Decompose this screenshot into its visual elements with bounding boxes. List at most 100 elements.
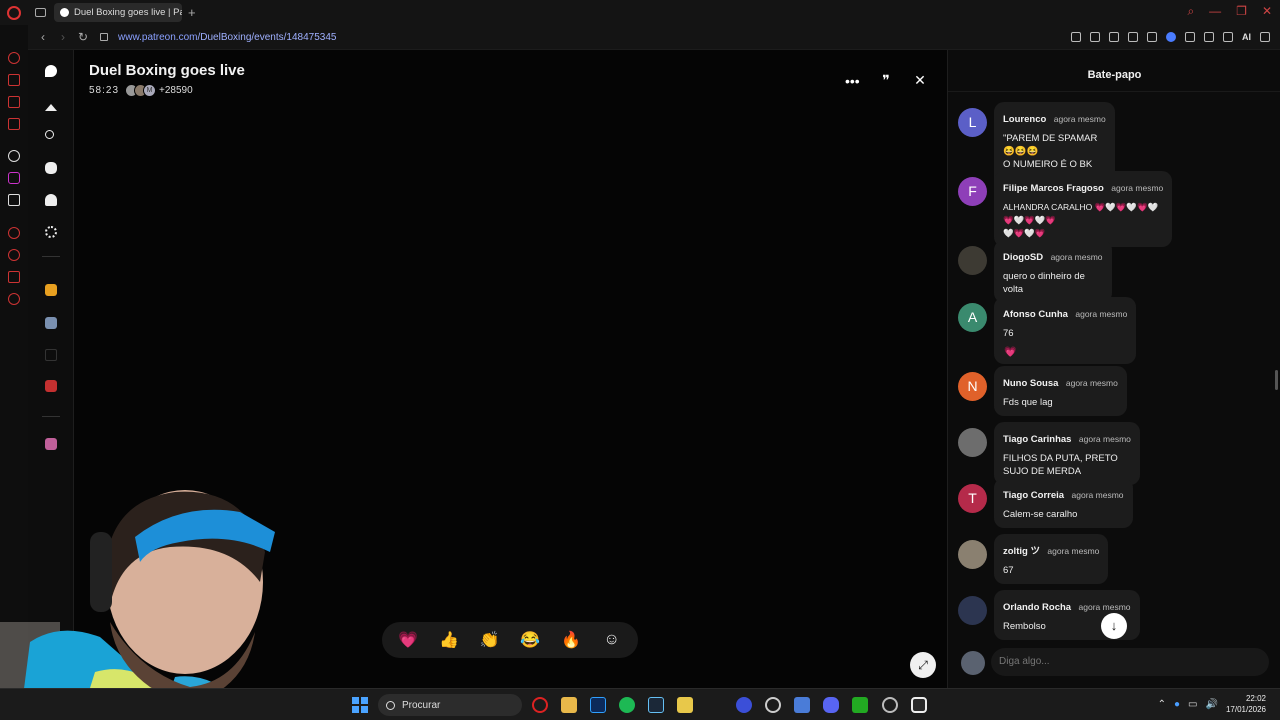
avatar[interactable] (958, 428, 987, 457)
workspaces-icon[interactable] (8, 74, 20, 86)
creator-avatar-4[interactable] (45, 380, 57, 392)
player-icon[interactable] (8, 227, 20, 239)
opera-logo-icon[interactable] (7, 5, 21, 20)
volume-icon[interactable]: 🔊 (1206, 699, 1218, 710)
forward-icon[interactable]: › (58, 30, 68, 44)
obs-icon[interactable] (882, 697, 898, 713)
avatar[interactable]: F (958, 177, 987, 206)
more-options-icon[interactable]: ••• (845, 73, 860, 89)
app-icon[interactable] (677, 697, 693, 713)
clock[interactable]: 22:02 17/01/2026 (1226, 693, 1266, 715)
laugh-reaction-icon[interactable]: 😂 (520, 630, 540, 650)
photoshop-icon[interactable] (590, 697, 606, 713)
avatar[interactable]: A (958, 303, 987, 332)
download-icon[interactable] (1223, 32, 1233, 42)
scroll-to-bottom-button[interactable]: ↓ (1101, 613, 1127, 639)
author-name[interactable]: Afonso Cunha (1003, 309, 1068, 320)
avatar[interactable] (958, 246, 987, 275)
minimize-icon[interactable]: — (1209, 4, 1221, 19)
avatar[interactable]: L (958, 108, 987, 137)
chevron-up-icon[interactable]: ⌃ (1158, 699, 1166, 710)
chat-toggle-icon[interactable]: ❞ (879, 72, 893, 89)
author-name[interactable]: Nuno Sousa (1003, 378, 1058, 389)
author-name[interactable]: Tiago Correia (1003, 490, 1064, 501)
home-icon[interactable] (45, 98, 57, 111)
opera-active-icon[interactable] (911, 697, 927, 713)
heart-reaction-icon[interactable]: 💗 (1004, 347, 1016, 358)
microphone-icon[interactable]: ● (1174, 699, 1180, 710)
network-icon[interactable]: ▭ (1188, 699, 1197, 710)
creator-avatar-5[interactable] (45, 438, 57, 450)
message-time: agora mesmo (1047, 546, 1100, 556)
author-name[interactable]: Tiago Carinhas (1003, 434, 1071, 445)
heart-reaction-icon[interactable]: 💗 (398, 630, 418, 650)
bookmark-icon[interactable] (1071, 32, 1081, 42)
creator-avatar-2[interactable] (45, 317, 57, 329)
notifications-icon[interactable] (45, 194, 57, 206)
notepad-icon[interactable] (794, 697, 810, 713)
file-explorer-icon[interactable] (561, 697, 577, 713)
heart-icon[interactable] (1147, 32, 1157, 42)
patreon-logo-icon[interactable] (45, 65, 57, 77)
chrome-icon[interactable] (765, 697, 781, 713)
author-name[interactable]: DiogoSD (1003, 252, 1043, 263)
chat-icon[interactable] (45, 162, 57, 174)
maximize-icon[interactable]: ❐ (1236, 4, 1247, 19)
creator-avatar-1[interactable] (45, 284, 57, 296)
chatgpt-icon[interactable] (8, 150, 20, 162)
steam-icon[interactable] (648, 697, 664, 713)
tiktok-icon[interactable] (8, 194, 20, 206)
tab-islands-icon[interactable] (35, 8, 46, 17)
opera-gx-icon[interactable] (532, 697, 548, 713)
vpn-icon[interactable] (1166, 32, 1176, 42)
gallery-icon[interactable] (8, 96, 20, 108)
thumbs-up-reaction-icon[interactable]: 👍 (439, 630, 459, 650)
reload-icon[interactable]: ↻ (78, 30, 88, 44)
aria-icon[interactable] (8, 52, 20, 64)
discord-icon[interactable] (823, 697, 839, 713)
pinboard-icon[interactable] (8, 271, 20, 283)
close-window-icon[interactable]: ✕ (1262, 4, 1272, 19)
spotify-icon[interactable] (619, 697, 635, 713)
settings-icon[interactable] (45, 226, 57, 238)
fire-reaction-icon[interactable]: 🔥 (561, 630, 581, 650)
media-player-icon[interactable] (736, 697, 752, 713)
chat-input[interactable] (991, 648, 1269, 676)
wallet-icon[interactable] (1204, 32, 1214, 42)
avatar[interactable]: T (958, 484, 987, 513)
clap-reaction-icon[interactable]: 👏 (480, 630, 500, 650)
close-icon[interactable]: ✕ (913, 72, 927, 89)
menu-icon[interactable] (1260, 32, 1270, 42)
snapshot-icon[interactable] (1090, 32, 1100, 42)
search-icon[interactable] (45, 130, 54, 139)
taskbar-search[interactable]: Procurar (378, 694, 522, 716)
add-reaction-icon[interactable]: ☺ (602, 631, 622, 649)
avatar[interactable] (958, 596, 987, 625)
play-icon[interactable] (1128, 32, 1138, 42)
chat-scrollbar[interactable] (1275, 370, 1278, 390)
start-button[interactable] (352, 697, 368, 713)
creator-avatar-3[interactable] (45, 349, 57, 361)
extensions-icon[interactable] (1185, 32, 1195, 42)
search-tabs-icon[interactable]: ⌕ (1187, 4, 1194, 19)
author-name[interactable]: zoltig ツ (1003, 546, 1040, 557)
clock-date: 17/01/2026 (1225, 705, 1266, 714)
author-name[interactable]: Orlando Rocha (1003, 602, 1071, 613)
aria-ai-button[interactable]: AI (1242, 32, 1251, 42)
fullscreen-icon[interactable]: ⤢ (910, 652, 936, 678)
avatar[interactable] (958, 540, 987, 569)
instagram-icon[interactable] (8, 172, 20, 184)
new-tab-icon[interactable]: + (188, 5, 196, 20)
back-icon[interactable]: ‹ (38, 30, 48, 44)
history-icon[interactable] (8, 249, 20, 261)
url-field[interactable]: www.patreon.com/DuelBoxing/events/148475… (118, 32, 336, 43)
tab-active[interactable]: Duel Boxing goes live | Pat (54, 3, 182, 22)
play-app-icon[interactable] (852, 697, 868, 713)
shield-icon[interactable] (1109, 32, 1119, 42)
avatar[interactable]: N (958, 372, 987, 401)
author-name[interactable]: Filipe Marcos Fragoso (1003, 183, 1104, 194)
message-bubble: Tiago Carinhas agora mesmo FILHOS DA PUT… (994, 422, 1140, 485)
gmail-icon[interactable] (8, 118, 20, 130)
author-name[interactable]: Lourenco (1003, 114, 1046, 125)
settings-icon[interactable] (8, 293, 20, 305)
